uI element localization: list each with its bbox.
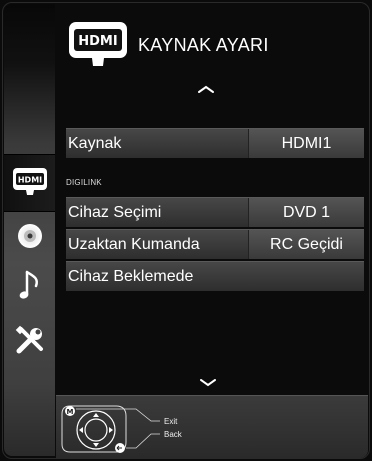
exit-hint: Exit [164,417,178,426]
back-hint: Back [164,430,182,439]
music-note-icon [15,268,45,309]
remote-control-value[interactable]: RC Geçidi [248,230,364,259]
scroll-up-icon[interactable] [196,82,216,94]
device-select-label: Cihaz Seçimi [68,203,162,221]
source-value[interactable]: HDMI1 [248,129,364,158]
menu-row-remote-control[interactable]: Uzaktan Kumanda RC Geçidi [66,229,364,259]
tools-icon [13,323,47,362]
section-label-digilink: DIGILINK [66,178,102,187]
menu-row-source[interactable]: Kaynak HDMI1 [66,128,364,158]
page-title: KAYNAK AYARI [138,35,269,55]
menu-header: HDMI KAYNAK AYARI [64,14,364,72]
remote-hint-panel: M Exit Back [56,395,368,458]
remote-control-label: Uzaktan Kumanda [68,235,200,253]
menu-key-label: M [67,408,74,416]
sidebar-item-disc[interactable] [4,216,55,260]
device-standby-label: Cihaz Beklemede [68,267,194,285]
hdmi-icon: HDMI [12,166,48,201]
sidebar-item-tools[interactable] [4,320,55,364]
source-label: Kaynak [68,134,122,152]
hdmi-icon: HDMI [67,20,131,66]
device-select-value[interactable]: DVD 1 [248,198,364,227]
tv-menu-frame: HDMI HDMI KAYNAK AYARI Kaynak HDMI1 DIGI… [0,0,372,461]
menu-row-device-standby[interactable]: Cihaz Beklemede [66,261,364,291]
sidebar-item-hdmi[interactable]: HDMI [4,154,55,212]
disc-icon [15,221,45,256]
sidebar-item-music[interactable] [4,266,55,310]
scroll-down-icon[interactable] [198,376,218,388]
svg-text:HDMI: HDMI [17,175,41,184]
sidebar: HDMI [4,4,55,456]
svg-text:HDMI: HDMI [78,34,117,49]
remote-navigation-icon: M [61,405,160,453]
menu-row-device-select[interactable]: Cihaz Seçimi DVD 1 [66,197,364,227]
